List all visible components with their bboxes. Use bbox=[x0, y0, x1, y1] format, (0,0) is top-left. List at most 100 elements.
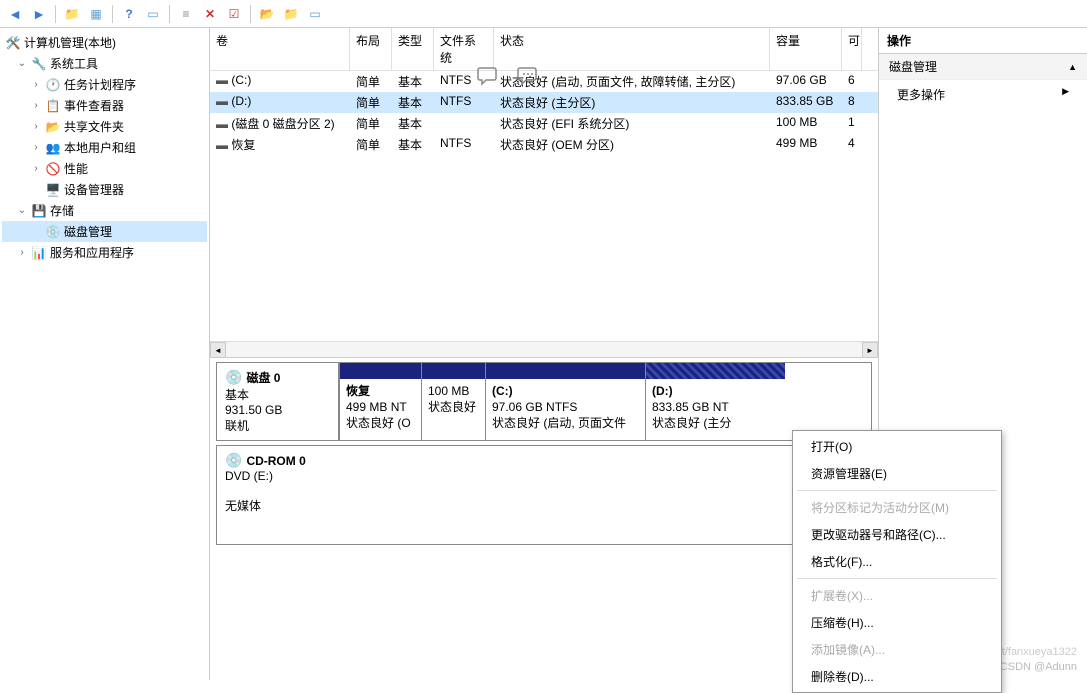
partition[interactable]: 100 MB状态良好 bbox=[421, 363, 485, 440]
tree-root-label: 计算机管理(本地) bbox=[24, 34, 116, 51]
vol-layout: 简单 bbox=[350, 93, 392, 112]
col-layout[interactable]: 布局 bbox=[350, 28, 392, 70]
back-button[interactable]: ◄ bbox=[4, 3, 26, 25]
expand-icon[interactable]: › bbox=[30, 79, 42, 90]
cdrom-row[interactable]: 💿CD-ROM 0 DVD (E:) 无媒体 bbox=[216, 445, 872, 545]
volume-table-header: 卷 布局 类型 文件系统 状态 容量 可 bbox=[210, 28, 878, 71]
collapse-arrow-icon: ▲ bbox=[1068, 62, 1077, 72]
context-menu-item[interactable]: 更改驱动器号和路径(C)... bbox=[793, 521, 1001, 548]
col-filesystem[interactable]: 文件系统 bbox=[434, 28, 494, 70]
tree-performance[interactable]: ›🚫性能 bbox=[2, 158, 207, 179]
menu-separator bbox=[797, 490, 997, 491]
actions-more[interactable]: 更多操作 ▶ bbox=[879, 80, 1087, 109]
col-status[interactable]: 状态 bbox=[494, 28, 770, 70]
actions-section-label: 磁盘管理 bbox=[889, 58, 937, 75]
partition[interactable]: 恢复499 MB NT状态良好 (O bbox=[339, 363, 421, 440]
vol-fs: NTFS bbox=[434, 135, 494, 154]
volume-row[interactable]: ▬ (C:) 简单 基本 NTFS 状态良好 (启动, 页面文件, 故障转储, … bbox=[210, 71, 878, 92]
tree-label: 性能 bbox=[64, 160, 88, 177]
tools-icon: 🔧 bbox=[31, 56, 47, 72]
tree-device-manager[interactable]: 🖥️设备管理器 bbox=[2, 179, 207, 200]
clock-icon: 🕐 bbox=[45, 77, 61, 93]
overlay-chat-icons bbox=[475, 65, 541, 87]
folder3-icon[interactable]: 📁 bbox=[280, 3, 302, 25]
partition[interactable]: (C:)97.06 GB NTFS状态良好 (启动, 页面文件 bbox=[485, 363, 645, 440]
disk-0-partitions: 恢复499 MB NT状态良好 (O 100 MB状态良好 (C:)97.06 … bbox=[339, 363, 871, 440]
col-type[interactable]: 类型 bbox=[392, 28, 434, 70]
window-icon[interactable]: ▭ bbox=[304, 3, 326, 25]
submenu-arrow-icon: ▶ bbox=[1062, 86, 1069, 103]
vol-status: 状态良好 (主分区) bbox=[494, 93, 770, 112]
expand-icon[interactable]: › bbox=[16, 247, 28, 258]
cdrom-label[interactable]: 💿CD-ROM 0 DVD (E:) 无媒体 bbox=[217, 446, 871, 544]
tree-label: 服务和应用程序 bbox=[50, 244, 134, 261]
tree-event-viewer[interactable]: ›📋事件查看器 bbox=[2, 95, 207, 116]
context-menu-item[interactable]: 打开(O) bbox=[793, 433, 1001, 460]
expand-icon[interactable]: › bbox=[30, 100, 42, 111]
scroll-left-icon[interactable]: ◄ bbox=[210, 342, 226, 358]
disk-title: 磁盘 0 bbox=[246, 371, 280, 385]
expand-icon[interactable]: › bbox=[30, 163, 42, 174]
up-folder-icon[interactable]: 📁 bbox=[61, 3, 83, 25]
scrollbar-horizontal[interactable]: ◄ ► bbox=[210, 341, 878, 357]
volume-row[interactable]: ▬ (磁盘 0 磁盘分区 2) 简单 基本 状态良好 (EFI 系统分区) 10… bbox=[210, 113, 878, 134]
users-icon: 👥 bbox=[45, 140, 61, 156]
x-icon[interactable]: ✕ bbox=[199, 3, 221, 25]
tree-storage[interactable]: ⌄💾存储 bbox=[2, 200, 207, 221]
context-menu-item[interactable]: 资源管理器(E) bbox=[793, 460, 1001, 487]
volume-row[interactable]: ▬ (D:) 简单 基本 NTFS 状态良好 (主分区) 833.85 GB 8 bbox=[210, 92, 878, 113]
tree-label: 任务计划程序 bbox=[64, 76, 136, 93]
tree-label: 事件查看器 bbox=[64, 97, 124, 114]
disk-0-label[interactable]: 💿磁盘 0 基本 931.50 GB 联机 bbox=[217, 363, 339, 440]
tree-task-scheduler[interactable]: ›🕐任务计划程序 bbox=[2, 74, 207, 95]
vol-layout: 简单 bbox=[350, 135, 392, 154]
col-capacity[interactable]: 容量 bbox=[770, 28, 842, 70]
menu-separator bbox=[797, 578, 997, 579]
partition-info: (C:)97.06 GB NTFS状态良好 (启动, 页面文件 bbox=[486, 379, 645, 436]
collapse-icon[interactable]: ⌄ bbox=[16, 205, 28, 216]
forward-button[interactable]: ► bbox=[28, 3, 50, 25]
expand-icon[interactable]: › bbox=[30, 142, 42, 153]
tree-disk-management[interactable]: 💿磁盘管理 bbox=[2, 221, 207, 242]
scroll-track[interactable] bbox=[226, 342, 862, 357]
tree-services[interactable]: ›📊服务和应用程序 bbox=[2, 242, 207, 263]
tree-local-users[interactable]: ›👥本地用户和组 bbox=[2, 137, 207, 158]
col-volume[interactable]: 卷 bbox=[210, 28, 350, 70]
partition-info: 100 MB状态良好 bbox=[422, 379, 485, 419]
collapse-icon[interactable]: ⌄ bbox=[16, 58, 28, 69]
partition[interactable]: (D:)833.85 GB NT状态良好 (主分 bbox=[645, 363, 785, 440]
grid-icon[interactable]: ▦ bbox=[85, 3, 107, 25]
folder2-icon[interactable]: 📂 bbox=[256, 3, 278, 25]
context-menu-item[interactable]: 压缩卷(H)... bbox=[793, 609, 1001, 636]
vol-ext: 1 bbox=[842, 114, 862, 133]
vol-status: 状态良好 (EFI 系统分区) bbox=[494, 114, 770, 133]
help-icon[interactable]: ? bbox=[118, 3, 140, 25]
cdrom-drive: DVD (E:) bbox=[225, 469, 863, 483]
vol-layout: 简单 bbox=[350, 72, 392, 91]
tree-label: 设备管理器 bbox=[64, 181, 124, 198]
bar-icon[interactable]: ≡ bbox=[175, 3, 197, 25]
vol-ext: 8 bbox=[842, 93, 862, 112]
screen-icon[interactable]: ▭ bbox=[142, 3, 164, 25]
partition-bar bbox=[646, 363, 785, 379]
tree-root[interactable]: 🛠️计算机管理(本地) bbox=[2, 32, 207, 53]
volume-row[interactable]: ▬ 恢复 简单 基本 NTFS 状态良好 (OEM 分区) 499 MB 4 bbox=[210, 134, 878, 155]
partition-bar bbox=[340, 363, 421, 379]
vol-type: 基本 bbox=[392, 114, 434, 133]
event-icon: 📋 bbox=[45, 98, 61, 114]
tree-system-tools[interactable]: ⌄🔧系统工具 bbox=[2, 53, 207, 74]
context-menu-item[interactable]: 删除卷(D)... bbox=[793, 663, 1001, 690]
tree-shared-folders[interactable]: ›📂共享文件夹 bbox=[2, 116, 207, 137]
disk-0-row[interactable]: 💿磁盘 0 基本 931.50 GB 联机 恢复499 MB NT状态良好 (O… bbox=[216, 362, 872, 441]
context-menu-item[interactable]: 格式化(F)... bbox=[793, 548, 1001, 575]
context-menu: 打开(O)资源管理器(E)将分区标记为活动分区(M)更改驱动器号和路径(C)..… bbox=[792, 430, 1002, 693]
check-icon[interactable]: ☑ bbox=[223, 3, 245, 25]
cdrom-icon: 💿 bbox=[225, 452, 242, 468]
cdrom-status: 无媒体 bbox=[225, 497, 863, 514]
col-extra[interactable]: 可 bbox=[842, 28, 862, 70]
vol-name: ▬ (D:) bbox=[210, 93, 350, 112]
scroll-right-icon[interactable]: ► bbox=[862, 342, 878, 358]
actions-section[interactable]: 磁盘管理 ▲ bbox=[879, 54, 1087, 80]
vol-cap: 833.85 GB bbox=[770, 93, 842, 112]
expand-icon[interactable]: › bbox=[30, 121, 42, 132]
